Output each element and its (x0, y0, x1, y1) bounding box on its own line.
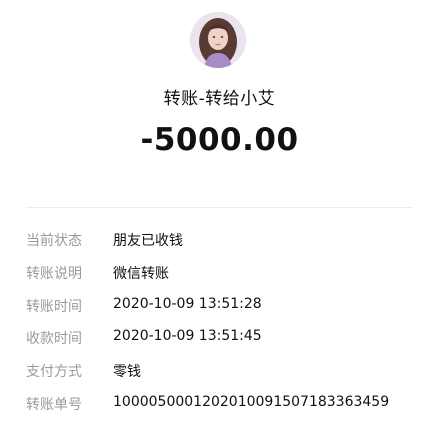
detail-label: 当前状态 (26, 233, 82, 249)
detail-label: 转账说明 (26, 265, 82, 282)
detail-row-transfer-time: 转账时间 2020-10-09 13:51:28 (26, 296, 429, 329)
detail-label: 支付方式 (26, 364, 82, 381)
avatar[interactable] (190, 12, 246, 68)
divider (26, 207, 413, 208)
detail-value: 2020-10-09 13:51:28 (113, 295, 262, 312)
detail-label: 转账单号 (26, 396, 82, 413)
detail-value: 微信转账 (113, 265, 169, 282)
detail-label: 收款时间 (26, 331, 82, 348)
transfer-amount: -5000.00 (140, 122, 299, 158)
detail-row-payment-method: 支付方式 零钱 (26, 361, 429, 394)
detail-value: 朋友已收钱 (113, 233, 183, 249)
detail-row-transfer-id: 转账单号 1000050001202010091507183363459 (26, 394, 429, 427)
detail-row-receive-time: 收款时间 2020-10-09 13:51:45 (26, 328, 429, 361)
transfer-title: 转账-转给小艾 (163, 89, 276, 109)
detail-label: 转账时间 (26, 298, 82, 315)
detail-value: 零钱 (113, 364, 141, 381)
user-avatar-icon (190, 12, 246, 68)
detail-value: 2020-10-09 13:51:45 (113, 328, 262, 345)
transfer-details: 当前状态 朋友已收钱 转账说明 微信转账 转账时间 2020-10-09 13:… (26, 230, 429, 427)
detail-row-description: 转账说明 微信转账 (26, 263, 429, 296)
detail-value: 1000050001202010091507183363459 (113, 393, 390, 410)
detail-row-status: 当前状态 朋友已收钱 (26, 230, 429, 263)
